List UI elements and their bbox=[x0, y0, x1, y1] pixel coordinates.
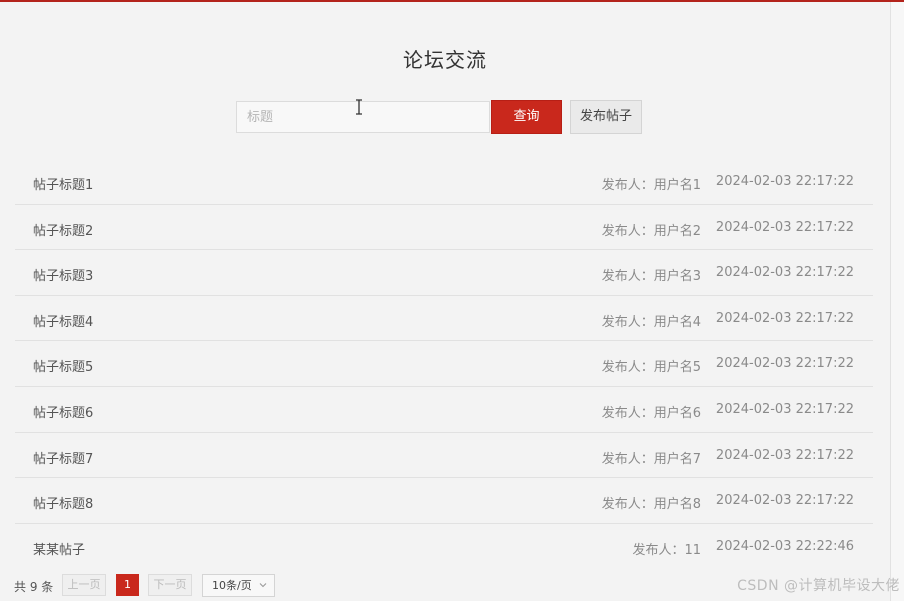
next-page-button[interactable]: 下一页 bbox=[148, 574, 192, 596]
list-item[interactable]: 帖子标题7 发布人：用户名7 2024-02-03 22:17:22 bbox=[15, 433, 873, 479]
post-author: 发布人：用户名3 bbox=[601, 269, 701, 285]
post-time: 2024-02-03 22:17:22 bbox=[715, 310, 854, 326]
post-title[interactable]: 帖子标题4 bbox=[33, 311, 93, 330]
text-cursor-icon bbox=[356, 99, 362, 115]
post-time: 2024-02-03 22:17:22 bbox=[715, 356, 854, 372]
page-number-1[interactable]: 1 bbox=[116, 574, 139, 596]
total-count: 共 9 条 bbox=[14, 580, 54, 594]
post-time: 2024-02-03 22:17:22 bbox=[715, 219, 854, 235]
post-title[interactable]: 帖子标题3 bbox=[33, 265, 93, 284]
list-item[interactable]: 帖子标题1 发布人：用户名1 2024-02-03 22:17:22 bbox=[15, 159, 873, 205]
post-author: 发布人：用户名7 bbox=[601, 451, 701, 467]
post-title[interactable]: 帖子标题8 bbox=[33, 493, 93, 512]
chevron-down-icon bbox=[259, 583, 267, 588]
post-title[interactable]: 帖子标题5 bbox=[33, 356, 93, 375]
page-title: 论坛交流 bbox=[403, 48, 487, 72]
list-item[interactable]: 帖子标题8 发布人：用户名8 2024-02-03 22:17:22 bbox=[15, 478, 873, 524]
post-time: 2024-02-03 22:17:22 bbox=[715, 493, 854, 509]
forum-page: 论坛交流 查询 发布帖子 帖子标题1 发布人：用户名1 2024-02-03 2… bbox=[0, 2, 890, 601]
post-time: 2024-02-03 22:22:46 bbox=[715, 538, 854, 554]
post-author: 发布人：11 bbox=[632, 542, 701, 558]
post-title[interactable]: 帖子标题7 bbox=[33, 448, 93, 467]
prev-page-button[interactable]: 上一页 bbox=[62, 574, 106, 596]
post-author: 发布人：用户名6 bbox=[601, 405, 701, 421]
list-item[interactable]: 帖子标题2 发布人：用户名2 2024-02-03 22:17:22 bbox=[15, 205, 873, 251]
list-item[interactable]: 帖子标题4 发布人：用户名4 2024-02-03 22:17:22 bbox=[15, 296, 873, 342]
post-author: 发布人：用户名1 bbox=[601, 178, 701, 193]
post-topic-button[interactable]: 发布帖子 bbox=[570, 100, 642, 134]
post-time: 2024-02-03 22:17:22 bbox=[715, 174, 854, 189]
post-author: 发布人：用户名5 bbox=[601, 360, 701, 376]
post-time: 2024-02-03 22:17:22 bbox=[715, 265, 854, 281]
list-item[interactable]: 某某帖子 发布人：11 2024-02-03 22:22:46 bbox=[15, 524, 873, 570]
page-size-label: 10条/页 bbox=[212, 579, 252, 592]
post-title[interactable]: 帖子标题2 bbox=[33, 220, 93, 239]
list-item[interactable]: 帖子标题3 发布人：用户名3 2024-02-03 22:17:22 bbox=[15, 250, 873, 296]
list-item[interactable]: 帖子标题5 发布人：用户名5 2024-02-03 22:17:22 bbox=[15, 341, 873, 387]
post-title[interactable]: 某某帖子 bbox=[33, 539, 85, 558]
post-title[interactable]: 帖子标题6 bbox=[33, 402, 93, 421]
post-time: 2024-02-03 22:17:22 bbox=[715, 447, 854, 463]
post-author: 发布人：用户名4 bbox=[601, 314, 701, 330]
list-item[interactable]: 帖子标题6 发布人：用户名6 2024-02-03 22:17:22 bbox=[15, 387, 873, 433]
scrollbar[interactable] bbox=[890, 2, 904, 601]
post-list: 帖子标题1 发布人：用户名1 2024-02-03 22:17:22 帖子标题2… bbox=[15, 159, 873, 569]
watermark: CSDN @计算机毕设大佬 bbox=[737, 578, 900, 594]
post-author: 发布人：用户名2 bbox=[601, 223, 701, 239]
post-time: 2024-02-03 22:17:22 bbox=[715, 401, 854, 417]
page-size-select[interactable]: 10条/页 bbox=[202, 574, 275, 597]
post-title[interactable]: 帖子标题1 bbox=[33, 174, 93, 193]
query-button[interactable]: 查询 bbox=[491, 100, 562, 134]
post-author: 发布人：用户名8 bbox=[601, 497, 701, 513]
